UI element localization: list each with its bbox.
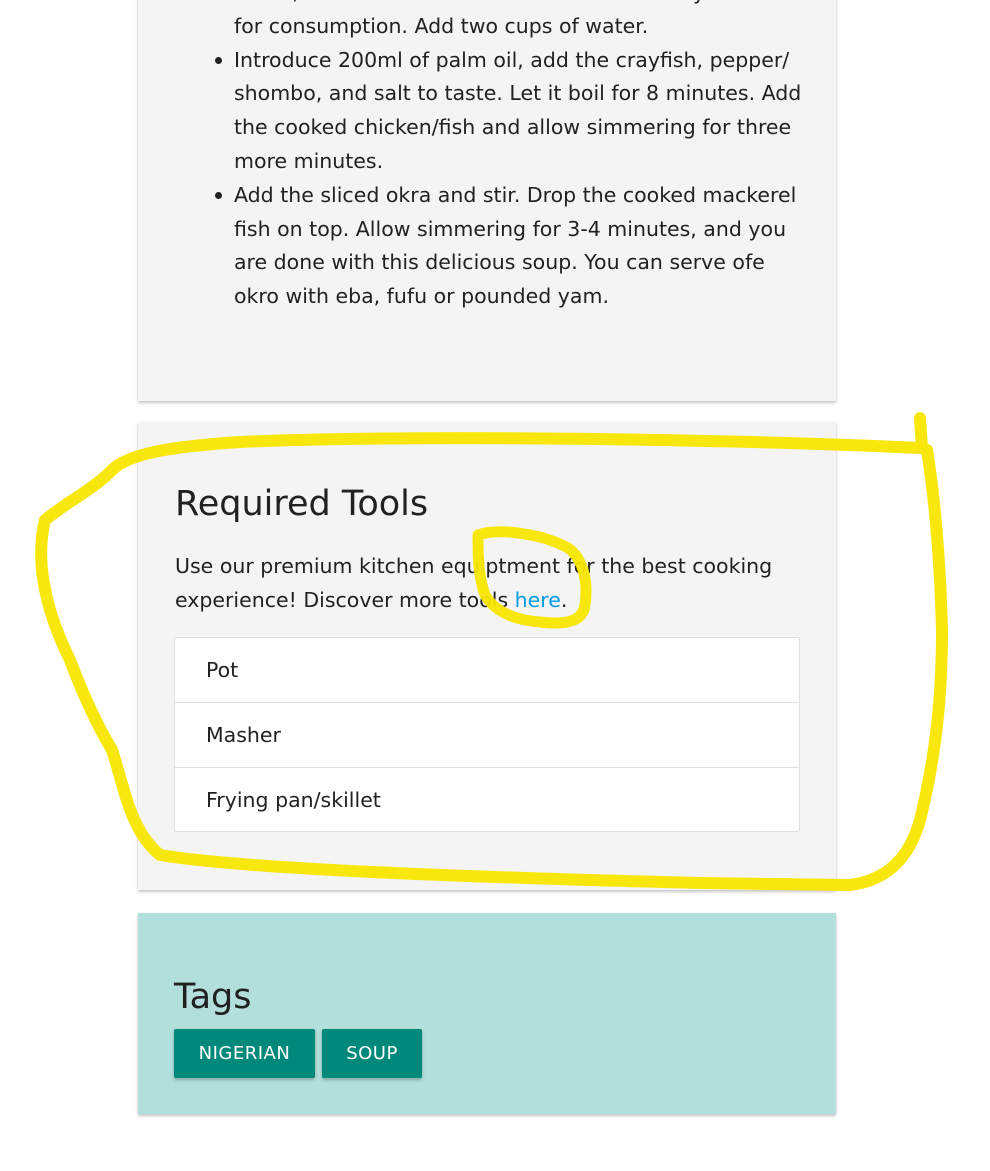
- instructions-list: water, and cook for about 10 minutes til…: [215, 0, 804, 314]
- more-tools-link[interactable]: here: [515, 588, 561, 612]
- required-tools-title: Required Tools: [175, 484, 429, 524]
- description-text: Use our premium kitchen equiptment for t…: [175, 554, 773, 612]
- instruction-step-text: Introduce 200ml of palm oil, add the cra…: [234, 47, 802, 173]
- instruction-step-text: water, and cook for about 10 minutes til…: [234, 0, 789, 38]
- tool-item-frying-pan: Frying pan/skillet: [206, 788, 381, 812]
- bullet-icon: [215, 191, 222, 199]
- instructions-card: water, and cook for about 10 minutes til…: [138, 0, 836, 401]
- required-tools-description: Use our premium kitchen equiptment for t…: [175, 549, 795, 617]
- instruction-step: Add the sliced okra and stir. Drop the c…: [215, 179, 804, 314]
- bullet-icon: [215, 56, 222, 64]
- instruction-step-text: Add the sliced okra and stir. Drop the c…: [234, 182, 797, 309]
- tags-card: Tags NIGERIAN SOUP: [138, 913, 836, 1114]
- instruction-step: water, and cook for about 10 minutes til…: [234, 0, 804, 44]
- tools-list: Pot Masher Frying pan/skillet: [174, 637, 800, 832]
- required-tools-card: Required Tools Use our premium kitchen e…: [138, 422, 836, 890]
- tags-title: Tags: [174, 977, 252, 1017]
- tag-soup-button[interactable]: SOUP: [322, 1029, 422, 1078]
- tool-item-masher: Masher: [175, 703, 799, 768]
- tool-item-pot: Pot: [175, 638, 799, 703]
- tag-nigerian-button[interactable]: NIGERIAN: [174, 1029, 315, 1078]
- description-end: .: [560, 588, 568, 612]
- instruction-step: Introduce 200ml of palm oil, add the cra…: [215, 44, 804, 179]
